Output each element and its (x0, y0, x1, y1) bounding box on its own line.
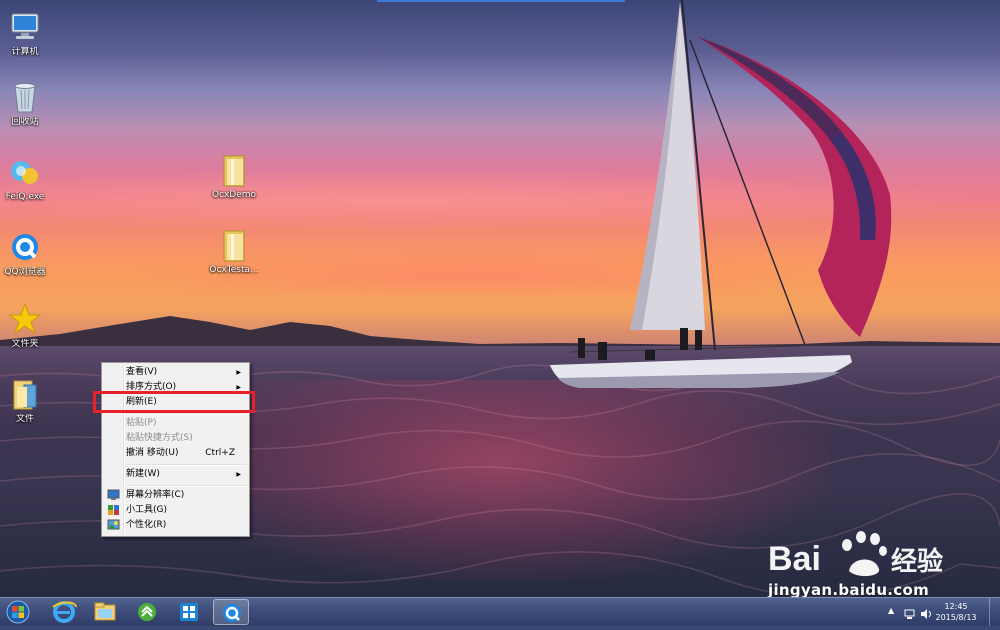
desktop-icon-label: 回收站 (11, 117, 39, 127)
desktop-icon-star-folder[interactable]: 文件夹 (0, 302, 55, 350)
desktop-icon-ocxdemo[interactable]: OcxDemo (204, 153, 264, 201)
watermark-brand: Bai (768, 540, 821, 578)
desktop-icon-qq-browser[interactable]: QQ浏览器 (0, 230, 55, 278)
folder-icon (217, 153, 251, 187)
menu-item-undo[interactable]: 撤消 移动(U) Ctrl+Z (104, 446, 247, 461)
personalize-icon (107, 519, 120, 531)
menu-item-accelerator: Ctrl+Z (205, 448, 235, 458)
desktop-icon-label: QQ浏览器 (4, 267, 46, 277)
taskbar: ▲ 12:45 2015/8/13 (0, 597, 1000, 626)
menu-item-screen-resolution[interactable]: 屏幕分辨率(C) (104, 488, 247, 503)
taskbar-explorer-button[interactable] (87, 599, 123, 625)
refresh-highlight-box (93, 391, 255, 413)
menu-item-label: 撤消 移动(U) (126, 448, 179, 458)
blue-app-icon (180, 603, 198, 621)
menu-item-paste-shortcut[interactable]: 粘贴快捷方式(S) (104, 431, 247, 446)
start-orb-icon (6, 600, 30, 624)
desktop-icon-recycle-bin[interactable]: 回收站 (0, 80, 55, 128)
desktop-icon-label: OcxDemo (211, 190, 257, 200)
menu-item-label: 小工具(G) (126, 505, 167, 515)
menu-separator (126, 485, 247, 487)
clock-date: 2015/8/13 (935, 613, 977, 622)
taskbar-green-app-button[interactable] (129, 599, 165, 625)
taskbar-qq-browser-button[interactable] (213, 599, 249, 625)
menu-item-label: 新建(W) (126, 469, 160, 479)
window-edge-bar (377, 0, 625, 2)
menu-item-new[interactable]: 新建(W) ▶ (104, 467, 247, 482)
recycle-bin-icon (8, 80, 42, 114)
menu-item-view[interactable]: 查看(V) ▶ (104, 365, 247, 380)
desktop-icon-label: 计算机 (11, 47, 39, 57)
menu-item-label: 屏幕分辨率(C) (126, 490, 185, 500)
desktop-icon-label: FeiQ.exe (5, 192, 45, 202)
computer-icon (8, 10, 42, 44)
folder-icon (217, 228, 251, 262)
file-folder-icon (8, 377, 42, 411)
desktop-context-menu: 查看(V) ▶ 排序方式(O) ▶ 刷新(E) 粘贴(P) 粘贴快捷方式(S) … (101, 362, 250, 537)
watermark-brand-cn: 经验 (891, 546, 943, 577)
show-hidden-icons-arrow[interactable]: ▲ (888, 606, 894, 615)
wallpaper-sailboat (550, 0, 892, 388)
desktop-icon-label: OcxTesta... (209, 265, 259, 275)
display-icon (107, 489, 120, 501)
menu-item-label: 查看(V) (126, 367, 158, 377)
network-icon[interactable] (904, 605, 916, 624)
menu-item-gadgets[interactable]: 小工具(G) (104, 503, 247, 518)
start-button[interactable] (3, 599, 33, 625)
feiq-icon (8, 155, 42, 189)
submenu-arrow-icon: ▶ (236, 471, 241, 478)
menu-item-label: 粘贴快捷方式(S) (126, 433, 193, 443)
green-app-icon (138, 603, 156, 621)
file-explorer-icon (94, 602, 116, 621)
qq-browser-icon (223, 604, 241, 622)
menu-item-label: 个性化(R) (126, 520, 167, 530)
clock[interactable]: 12:45 2015/8/13 (930, 601, 982, 623)
menu-separator (126, 413, 247, 415)
desktop-icon-label: 文件夹 (11, 339, 39, 349)
desktop-icon-label: 文件 (15, 414, 34, 424)
desktop-icon-computer[interactable]: 计算机 (0, 10, 55, 58)
desktop-icon-ocxtesta[interactable]: OcxTesta... (204, 228, 264, 276)
star-folder-icon (8, 302, 42, 336)
submenu-arrow-icon: ▶ (236, 369, 241, 376)
menu-item-paste[interactable]: 粘贴(P) (104, 416, 247, 431)
menu-item-personalize[interactable]: 个性化(R) (104, 518, 247, 533)
taskbar-ie-button[interactable] (46, 599, 82, 625)
taskbar-blue-app-button[interactable] (171, 599, 207, 625)
desktop-icon-file-folder[interactable]: 文件 (0, 377, 55, 425)
qq-browser-icon (8, 230, 42, 264)
clock-time: 12:45 (944, 602, 968, 611)
show-desktop-button[interactable] (989, 598, 1000, 626)
gadgets-icon (107, 504, 120, 516)
internet-explorer-icon (52, 601, 77, 623)
menu-separator (126, 464, 247, 466)
desktop-icon-feiq[interactable]: FeiQ.exe (0, 155, 55, 203)
menu-item-label: 粘贴(P) (126, 418, 157, 428)
